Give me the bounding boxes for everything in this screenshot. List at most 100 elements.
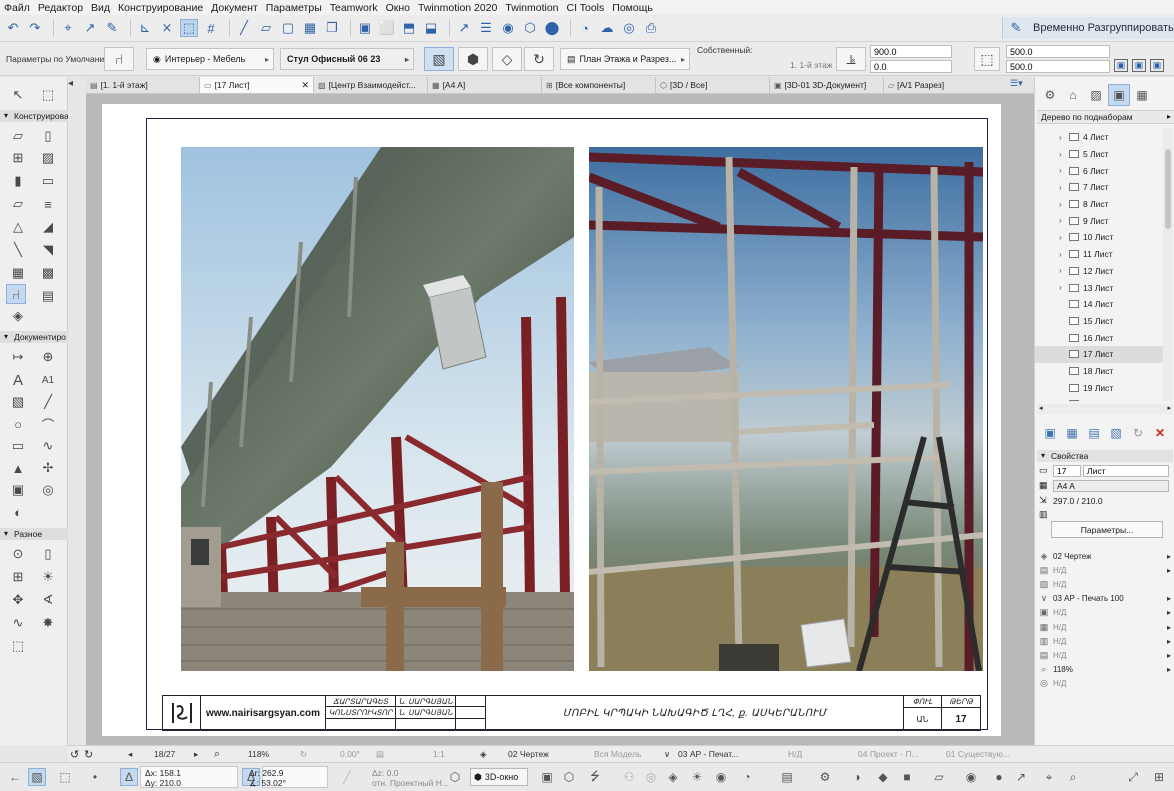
publish-icon[interactable]: ↗: [455, 19, 473, 37]
tab-3d-document[interactable]: ▣ [3D-01 3D-Документ]: [770, 77, 884, 93]
material-icon[interactable]: ◉: [712, 768, 730, 786]
expand-arrow-icon[interactable]: ›: [1059, 216, 1062, 225]
cloud-icon[interactable]: ☁: [598, 19, 616, 37]
grid-element-icon[interactable]: ⊙: [8, 544, 28, 564]
tree-item[interactable]: › 9 Лист: [1035, 212, 1163, 229]
update-icon[interactable]: ↻: [1127, 426, 1149, 440]
pencil-icon[interactable]: ╱: [235, 19, 253, 37]
tree-item[interactable]: 19 Лист: [1035, 379, 1163, 396]
section-more[interactable]: Разное: [0, 528, 68, 540]
column-icon[interactable]: ▮: [8, 171, 28, 191]
label-tool-icon[interactable]: A1: [38, 370, 58, 390]
menu-ci-tools[interactable]: CI Tools: [567, 2, 605, 14]
tree-item[interactable]: › 6 Лист: [1035, 162, 1163, 179]
contour-icon[interactable]: ■: [898, 768, 916, 786]
drawing-icon[interactable]: ▣: [8, 480, 28, 500]
figure-icon[interactable]: ✢: [38, 458, 58, 478]
change-marker-icon[interactable]: ◐: [8, 502, 28, 522]
expand-arrow-icon[interactable]: ›: [1059, 283, 1062, 292]
angle-value[interactable]: 0.00°: [340, 749, 360, 759]
slab-icon[interactable]: ▱: [8, 194, 28, 214]
expand-arrow-icon[interactable]: ›: [1059, 150, 1062, 159]
tree-item[interactable]: 17 Лист: [1035, 345, 1163, 363]
tree-item[interactable]: 15 Лист: [1035, 313, 1163, 330]
morph-icon[interactable]: ╲: [8, 240, 28, 260]
undo-icon[interactable]: ↶: [4, 19, 22, 37]
light-icon[interactable]: ◔: [738, 768, 756, 786]
pen-set[interactable]: 03 АР - Печат...: [678, 749, 738, 759]
floor-section-dropdown[interactable]: ▤ План Этажа и Разрез... ▸: [560, 48, 690, 70]
globe-icon[interactable]: ◎: [642, 768, 660, 786]
section-marker-icon[interactable]: ◎: [38, 480, 58, 500]
menu-view[interactable]: Вид: [91, 2, 110, 14]
tree-item[interactable]: › 7 Лист: [1035, 179, 1163, 196]
ungroup-icon[interactable]: ⬓: [422, 19, 440, 37]
frame-icon[interactable]: ▢: [279, 19, 297, 37]
export-icon[interactable]: ↗: [1012, 768, 1030, 786]
render-icon[interactable]: ◉: [499, 19, 517, 37]
expand-arrow-icon[interactable]: ›: [1059, 166, 1062, 175]
guides-icon[interactable]: ⬚: [56, 768, 74, 786]
publisher-icon[interactable]: ▦: [1131, 84, 1153, 106]
snap-toggle-icon[interactable]: ←: [6, 768, 24, 786]
expand-arrow-icon[interactable]: ›: [1059, 250, 1062, 259]
marquee-icon[interactable]: ⬜: [378, 19, 396, 37]
expand-arrow-icon[interactable]: ›: [1059, 233, 1062, 242]
new-master-icon[interactable]: ▤: [1083, 426, 1105, 440]
tree-view-dropdown[interactable]: Дерево по поднаборам ▸: [1037, 110, 1174, 124]
view-setting-row[interactable]: ⌕ 118% ▸: [1039, 663, 1173, 677]
level-dimension-icon[interactable]: ⊕: [38, 347, 58, 367]
tab-master-a4[interactable]: ▦ [A4 A]: [428, 77, 542, 93]
skylight-icon[interactable]: ▩: [38, 263, 58, 283]
wall-icon[interactable]: ▱: [8, 126, 28, 146]
measure-icon[interactable]: ⌖: [1040, 768, 1058, 786]
new-layout-icon[interactable]: ▣: [1039, 426, 1061, 440]
section-icon[interactable]: ⬤: [543, 19, 561, 37]
inject-icon[interactable]: ↗: [81, 19, 99, 37]
expand-arrow-icon[interactable]: ›: [1059, 200, 1062, 209]
filter-value[interactable]: 01 Существую...: [946, 749, 1010, 759]
navigator-settings-icon[interactable]: ⚙: [1039, 84, 1061, 106]
cursor-snap-icon[interactable]: •: [86, 768, 104, 786]
curve-icon[interactable]: ∿: [8, 613, 28, 633]
tree-item[interactable]: 14 Лист: [1035, 296, 1163, 313]
door-icon[interactable]: ▯: [38, 126, 58, 146]
tree-horizontal-scrollbar[interactable]: ◂ ▸: [1037, 404, 1173, 414]
tab-3d-all[interactable]: ⬡ [3D / Все]: [656, 77, 770, 93]
object-settings-button[interactable]: ⑁: [104, 47, 134, 71]
pick-up-icon[interactable]: ⌖: [59, 19, 77, 37]
elevation-bottom-input[interactable]: [870, 60, 952, 73]
group-icon[interactable]: ⬒: [400, 19, 418, 37]
model-view[interactable]: Вся Модель: [594, 749, 641, 759]
delta-icon[interactable]: Δ: [120, 768, 138, 786]
tree-item[interactable]: › 13 Лист: [1035, 279, 1163, 296]
layout-canvas[interactable]: www.nairisargsyan.com ՃԱՐՏԱՐԱԳԵՏ Ն. ՍԱՐԳ…: [86, 94, 1034, 745]
section-model-button[interactable]: ◇: [492, 47, 522, 71]
section-box-icon[interactable]: ▣: [538, 768, 556, 786]
view-setting-row[interactable]: ▣ Н/Д ▸: [1039, 606, 1173, 620]
dimension-icon[interactable]: ↦: [8, 347, 28, 367]
orbit-icon[interactable]: ⬡: [446, 768, 464, 786]
view-setting-row[interactable]: ▤ Н/Д ▸: [1039, 648, 1173, 662]
menu-twinmotion-2020[interactable]: Twinmotion 2020: [418, 2, 497, 14]
tabs-list-icon[interactable]: ☰▾: [1010, 78, 1023, 89]
camera-icon[interactable]: ◉: [962, 768, 980, 786]
line-tool-icon[interactable]: ╱: [338, 768, 356, 786]
view-setting-row[interactable]: ▧ Н/Д: [1039, 577, 1173, 591]
expand-arrow-icon[interactable]: ›: [1059, 266, 1062, 275]
teamwork-icon[interactable]: ☰: [477, 19, 495, 37]
photo-steel-frame-right[interactable]: [589, 147, 983, 671]
layers-icon[interactable]: ◈: [480, 749, 487, 760]
arrow-select-icon[interactable]: ↖: [8, 85, 28, 105]
layer-dropdown[interactable]: ◉ Интерьер - Мебель ▸: [146, 48, 274, 70]
menu-help[interactable]: Помощь: [612, 2, 653, 14]
tree-item[interactable]: 18 Лист: [1035, 363, 1163, 380]
flip-icon[interactable]: ▣: [1150, 59, 1164, 72]
rectangle-icon[interactable]: ▭: [8, 436, 28, 456]
layout-number-input[interactable]: [1053, 464, 1081, 477]
scale-value[interactable]: 1:1: [433, 749, 445, 759]
tree-item[interactable]: › 4 Лист: [1035, 129, 1163, 146]
angle-dimension-icon[interactable]: ∢: [38, 590, 58, 610]
tree-item[interactable]: › 10 Лист: [1035, 229, 1163, 246]
rotate-icon[interactable]: ↻: [300, 749, 307, 760]
